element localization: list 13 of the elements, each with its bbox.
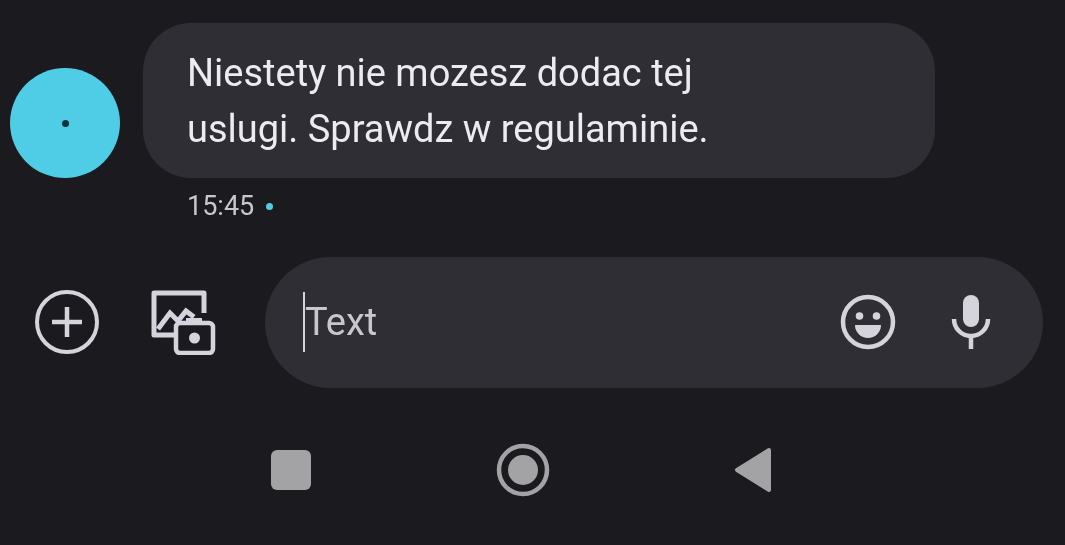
message-time: 15:45	[187, 189, 255, 224]
plus-circle-icon	[34, 289, 100, 355]
microphone-icon[interactable]	[949, 293, 993, 351]
image-camera-icon	[150, 289, 216, 355]
gallery-camera-button[interactable]	[149, 288, 217, 356]
add-button[interactable]	[33, 288, 101, 356]
message-input[interactable]: Text	[265, 256, 1043, 388]
back-button[interactable]	[733, 445, 773, 494]
message-text: Niestety nie mozesz dodac tej uslugi. Sprawdz w regulaminie.	[187, 49, 710, 153]
emoji-icon[interactable]	[839, 293, 897, 351]
message-field[interactable]: Text	[305, 293, 839, 351]
home-button[interactable]	[496, 442, 550, 497]
recents-button[interactable]	[271, 449, 311, 490]
